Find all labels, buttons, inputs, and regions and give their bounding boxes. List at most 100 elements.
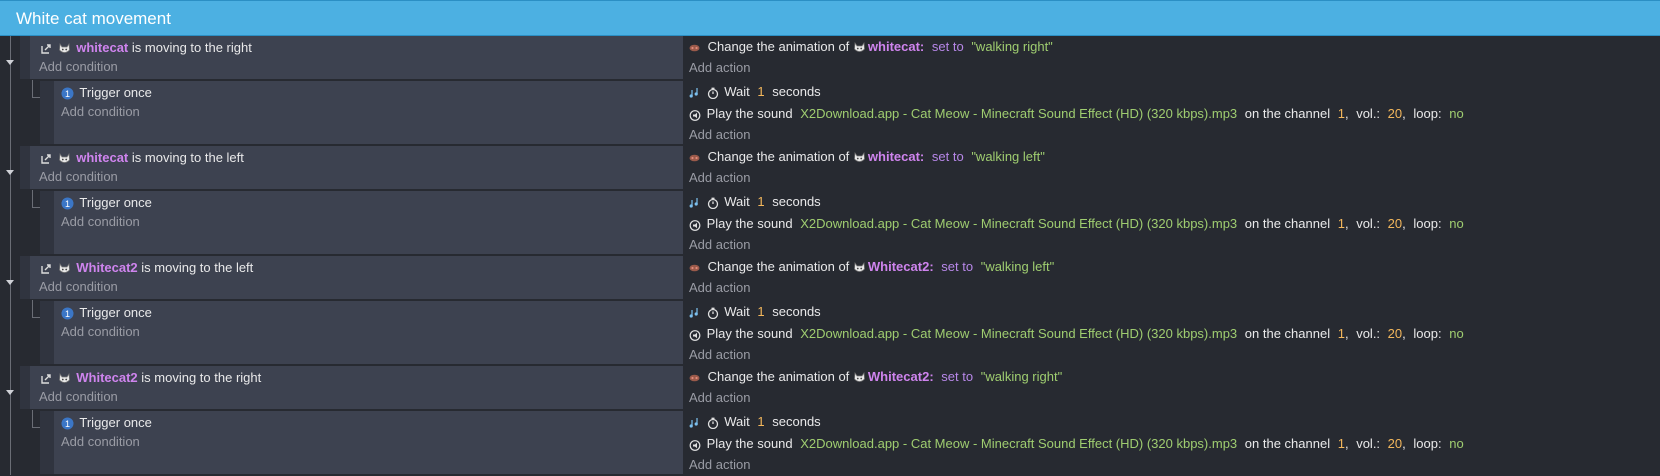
sound-file: X2Download.app - Cat Meow - Minecraft So… bbox=[800, 436, 1238, 451]
action-text: Change the animation of bbox=[707, 259, 850, 274]
cat-sprite-icon bbox=[854, 262, 865, 272]
condition-line[interactable]: Whitecat2 is moving to the left bbox=[40, 259, 253, 277]
wait-action-line[interactable]: Wait 1 seconds bbox=[689, 193, 821, 211]
movement-arrow-icon bbox=[41, 153, 51, 164]
loop-value: no bbox=[1449, 106, 1464, 121]
add-action-link[interactable]: Add action bbox=[689, 59, 750, 77]
stopwatch-icon bbox=[707, 197, 718, 209]
condition-drag-handle[interactable] bbox=[40, 411, 54, 474]
sub-event-connector bbox=[32, 80, 33, 97]
condition-drag-handle[interactable] bbox=[40, 81, 54, 144]
play-sound-action-line[interactable]: Play the sound X2Download.app - Cat Meow… bbox=[689, 435, 1464, 453]
sound-icon bbox=[689, 87, 698, 98]
condition-drag-handle[interactable] bbox=[40, 191, 54, 254]
collapse-toggle[interactable] bbox=[6, 170, 14, 175]
svg-text:1: 1 bbox=[65, 199, 70, 209]
on-channel-text: on the channel bbox=[1244, 216, 1331, 231]
add-action-link[interactable]: Add action bbox=[689, 389, 750, 407]
collapse-toggle[interactable] bbox=[6, 280, 14, 285]
add-condition-link[interactable]: Add condition bbox=[61, 103, 140, 121]
condition-line[interactable]: 1 Trigger once bbox=[61, 84, 152, 102]
add-action-link[interactable]: Add action bbox=[689, 279, 750, 297]
add-action-link[interactable]: Add action bbox=[689, 126, 750, 144]
collapse-toggle[interactable] bbox=[6, 60, 14, 65]
sub-event-connector bbox=[32, 317, 40, 318]
add-condition-link[interactable]: Add condition bbox=[39, 168, 118, 186]
event-group-header[interactable]: White cat movement bbox=[0, 0, 1660, 36]
animation-icon bbox=[689, 264, 700, 271]
sound-icon bbox=[689, 109, 701, 121]
cat-sprite-icon bbox=[854, 152, 865, 162]
wait-action-line[interactable]: Wait 1 seconds bbox=[689, 83, 821, 101]
add-action-link[interactable]: Add action bbox=[689, 346, 750, 364]
colon: : bbox=[919, 149, 925, 164]
comma: , bbox=[1402, 326, 1406, 341]
sub-event-connector bbox=[32, 410, 33, 427]
condition-text: is moving to the right bbox=[131, 40, 252, 55]
action-line[interactable]: Change the animation of Whitecat2: set t… bbox=[689, 258, 1054, 276]
loop-value: no bbox=[1449, 216, 1464, 231]
channel-value: 1 bbox=[1337, 106, 1345, 121]
condition-line[interactable]: 1 Trigger once bbox=[61, 304, 152, 322]
sound-icon bbox=[689, 329, 701, 341]
add-condition-link[interactable]: Add condition bbox=[39, 388, 118, 406]
cat-sprite-icon bbox=[58, 43, 70, 53]
add-condition-link[interactable]: Add condition bbox=[61, 323, 140, 341]
play-sound-text: Play the sound bbox=[706, 106, 793, 121]
set-to-keyword: set to bbox=[941, 369, 974, 384]
wait-action-line[interactable]: Wait 1 seconds bbox=[689, 413, 821, 431]
sound-file: X2Download.app - Cat Meow - Minecraft So… bbox=[800, 326, 1238, 341]
comma: , bbox=[1402, 106, 1406, 121]
stopwatch-icon bbox=[707, 307, 718, 319]
animation-icon bbox=[689, 154, 700, 161]
add-condition-link[interactable]: Add condition bbox=[39, 278, 118, 296]
add-condition-link[interactable]: Add condition bbox=[61, 213, 140, 231]
action-text: Change the animation of bbox=[707, 369, 850, 384]
stopwatch-icon bbox=[707, 87, 718, 99]
condition-line[interactable]: whitecat is moving to the right bbox=[40, 39, 252, 57]
condition-line[interactable]: whitecat is moving to the left bbox=[40, 149, 244, 167]
action-line[interactable]: Change the animation of Whitecat2: set t… bbox=[689, 368, 1062, 386]
trigger-once-badge-icon: 1 bbox=[61, 417, 74, 430]
volume-value: 20 bbox=[1387, 106, 1403, 121]
channel-value: 1 bbox=[1337, 216, 1345, 231]
condition-drag-handle[interactable] bbox=[20, 36, 30, 80]
animation-icon bbox=[689, 44, 700, 51]
add-action-link[interactable]: Add action bbox=[689, 456, 750, 474]
condition-drag-handle[interactable] bbox=[40, 301, 54, 364]
set-to-keyword: set to bbox=[931, 149, 964, 164]
trigger-once-text: Trigger once bbox=[79, 415, 152, 430]
trigger-once-text: Trigger once bbox=[79, 85, 152, 100]
action-line[interactable]: Change the animation of whitecat: set to… bbox=[689, 38, 1053, 56]
tree-line bbox=[10, 36, 11, 475]
sub-event-connector bbox=[32, 190, 33, 207]
object-name: whitecat bbox=[867, 149, 920, 164]
cat-sprite-icon bbox=[58, 263, 70, 273]
action-text: Change the animation of bbox=[707, 149, 850, 164]
condition-drag-handle[interactable] bbox=[20, 146, 30, 190]
action-line[interactable]: Change the animation of whitecat: set to… bbox=[689, 148, 1045, 166]
play-sound-action-line[interactable]: Play the sound X2Download.app - Cat Meow… bbox=[689, 325, 1464, 343]
add-condition-link[interactable]: Add condition bbox=[39, 58, 118, 76]
condition-drag-handle[interactable] bbox=[20, 256, 30, 300]
volume-value: 20 bbox=[1387, 436, 1403, 451]
condition-line[interactable]: Whitecat2 is moving to the right bbox=[40, 369, 261, 387]
play-sound-action-line[interactable]: Play the sound X2Download.app - Cat Meow… bbox=[689, 105, 1464, 123]
condition-line[interactable]: 1 Trigger once bbox=[61, 414, 152, 432]
add-action-link[interactable]: Add action bbox=[689, 236, 750, 254]
play-sound-action-line[interactable]: Play the sound X2Download.app - Cat Meow… bbox=[689, 215, 1464, 233]
loop-label: loop: bbox=[1413, 436, 1442, 451]
collapse-toggle[interactable] bbox=[6, 390, 14, 395]
movement-arrow-icon bbox=[41, 373, 51, 384]
trigger-once-badge-icon: 1 bbox=[61, 87, 74, 100]
condition-drag-handle[interactable] bbox=[20, 366, 30, 410]
set-to-keyword: set to bbox=[941, 259, 974, 274]
add-action-link[interactable]: Add action bbox=[689, 169, 750, 187]
wait-action-line[interactable]: Wait 1 seconds bbox=[689, 303, 821, 321]
add-condition-link[interactable]: Add condition bbox=[61, 433, 140, 451]
cat-sprite-icon bbox=[58, 373, 70, 383]
volume-label: vol.: bbox=[1356, 326, 1381, 341]
svg-text:1: 1 bbox=[65, 89, 70, 99]
condition-line[interactable]: 1 Trigger once bbox=[61, 194, 152, 212]
wait-text: Wait bbox=[724, 194, 750, 209]
